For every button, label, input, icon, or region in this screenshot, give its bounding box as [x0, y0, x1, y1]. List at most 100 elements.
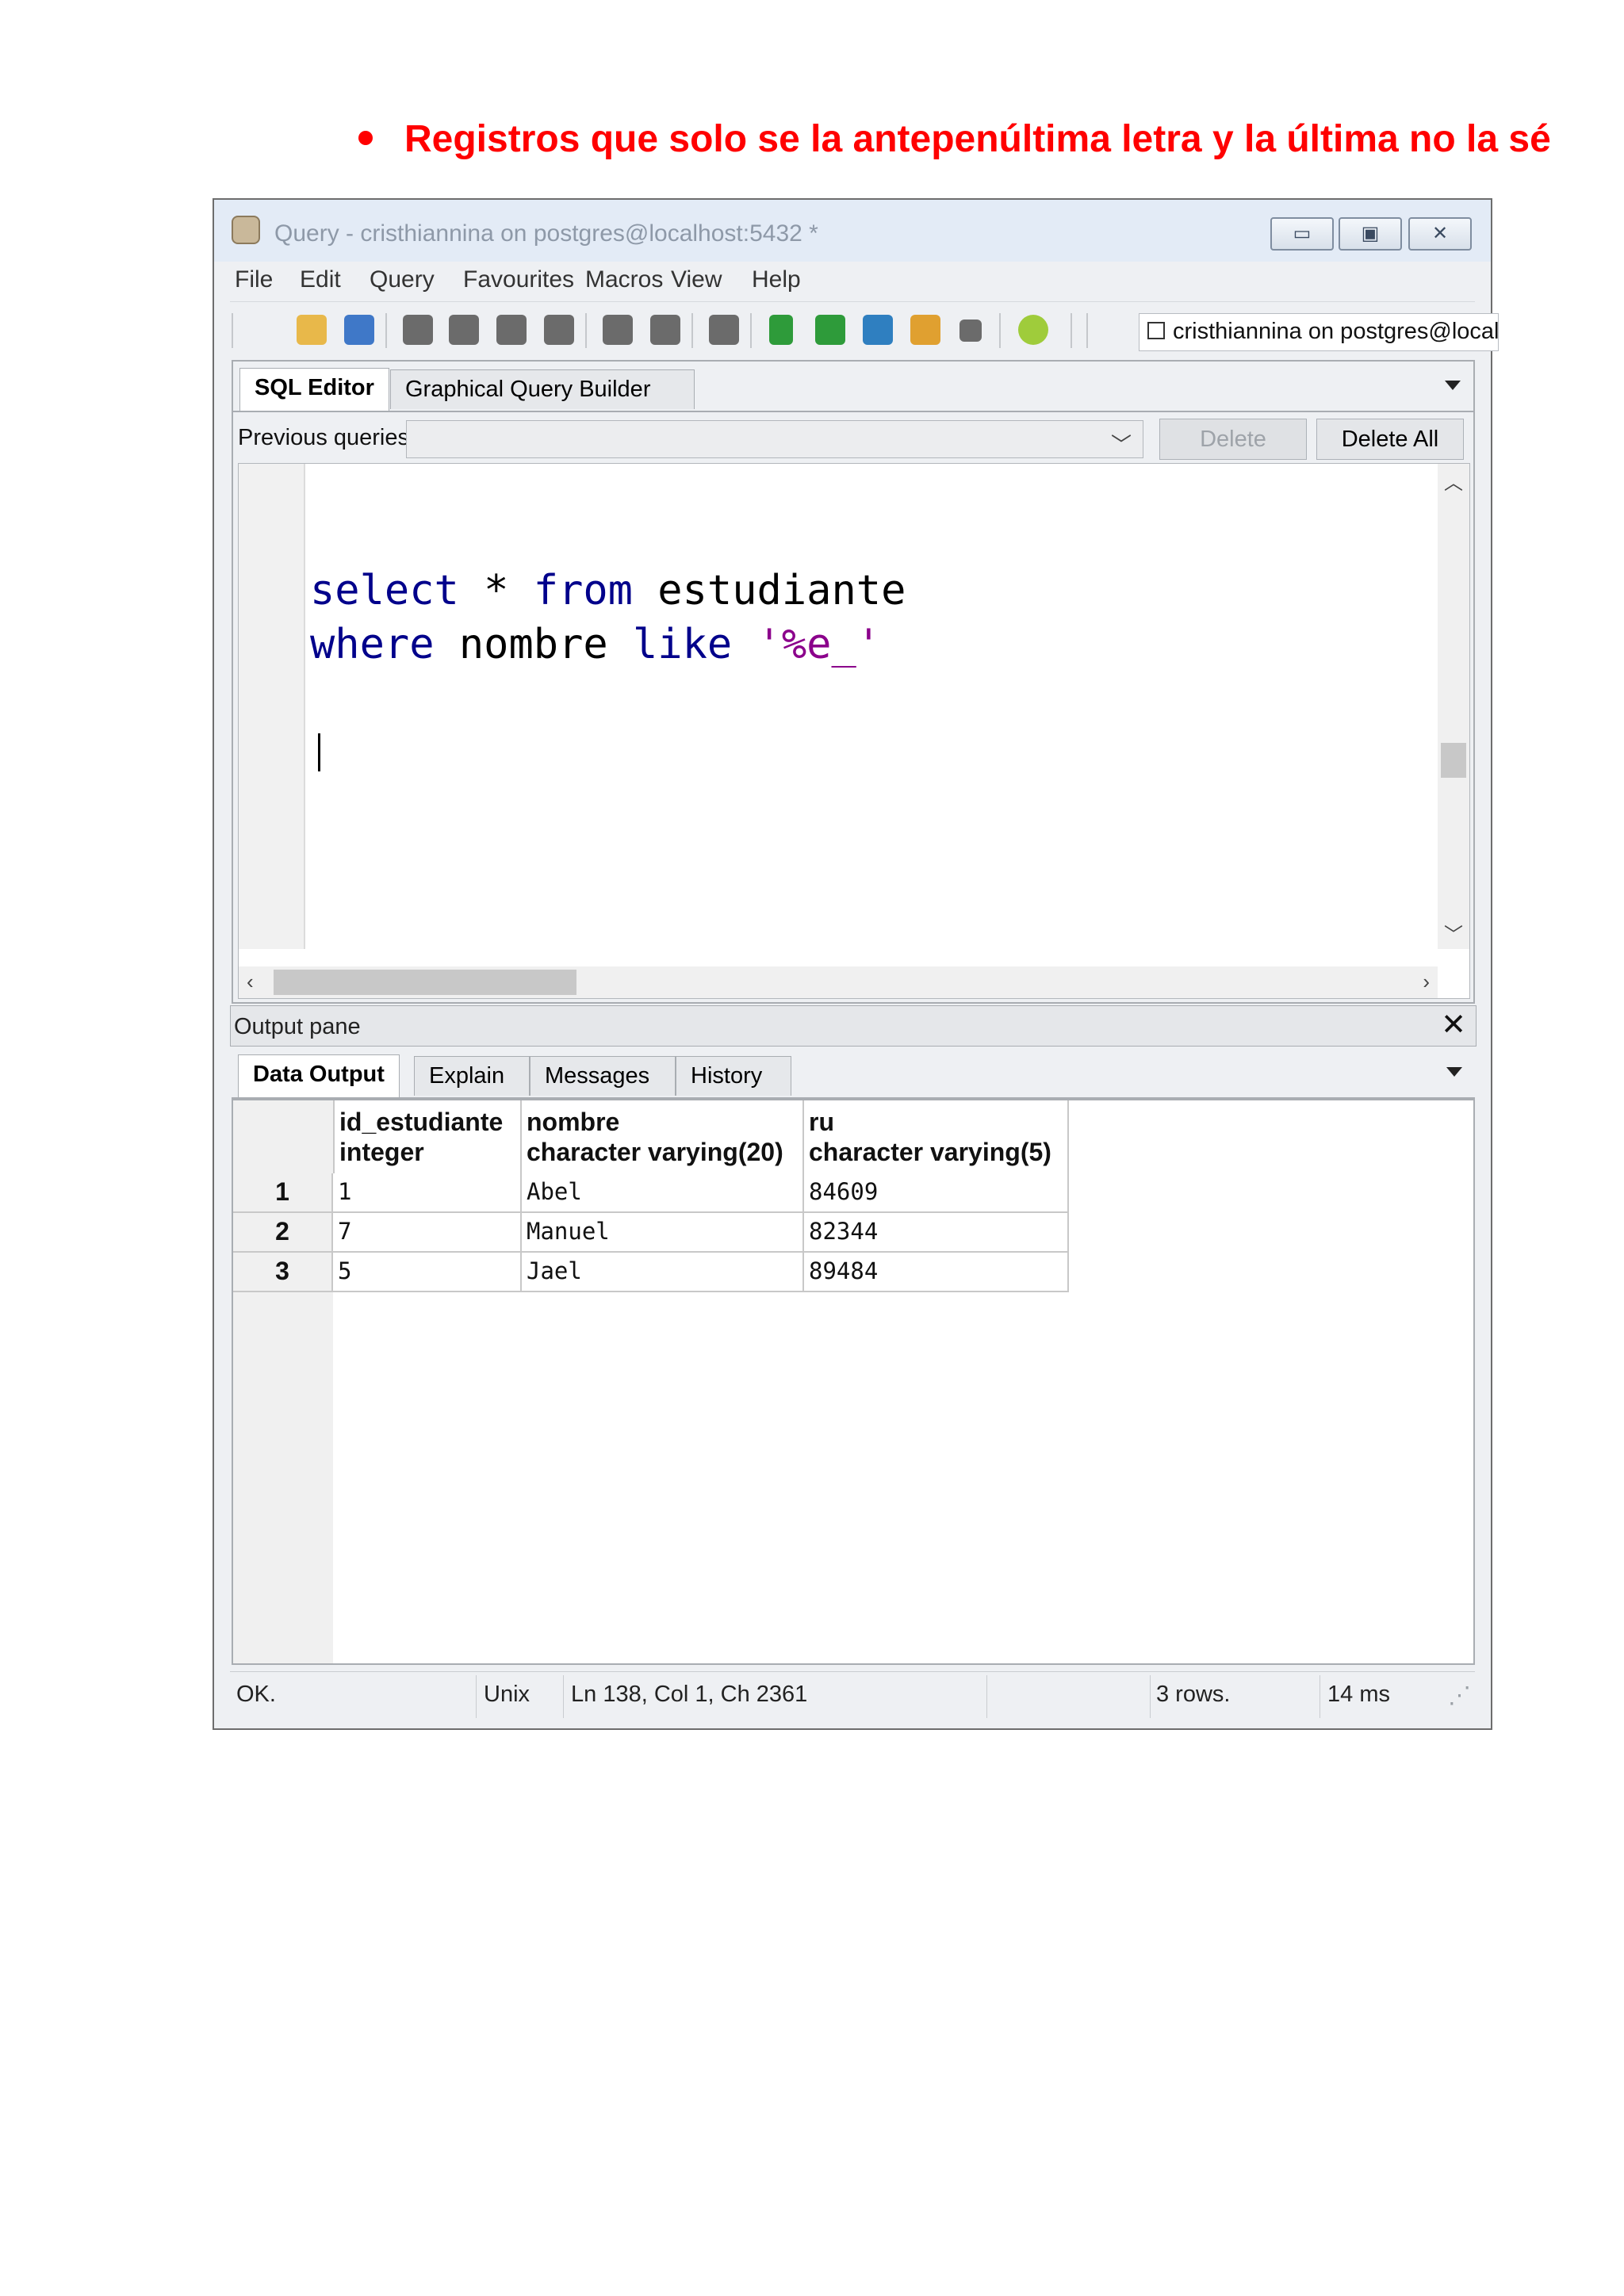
- status-separator: [1150, 1675, 1151, 1718]
- table-cell[interactable]: Abel: [522, 1173, 804, 1213]
- clear-icon[interactable]: [544, 315, 574, 345]
- scroll-right-icon[interactable]: ›: [1423, 970, 1430, 994]
- save-icon[interactable]: [344, 315, 374, 345]
- vertical-scrollbar[interactable]: ︿ ﹀: [1438, 464, 1469, 949]
- open-file-icon[interactable]: [297, 315, 327, 345]
- tab-data-output[interactable]: Data Output: [238, 1054, 400, 1097]
- row-header[interactable]: 2: [233, 1213, 333, 1253]
- minimize-button[interactable]: ▭: [1270, 217, 1334, 251]
- menu-file[interactable]: File: [235, 266, 273, 293]
- scroll-down-icon[interactable]: ﹀: [1444, 919, 1463, 947]
- execute-to-file-icon[interactable]: [863, 315, 893, 345]
- heading-text: Registros que solo se la antepenúltima l…: [404, 118, 1551, 160]
- menu-edit[interactable]: Edit: [300, 266, 341, 293]
- status-line-endings: Unix: [484, 1682, 530, 1707]
- toolbar-separator: [1071, 313, 1072, 348]
- scroll-up-icon[interactable]: ︿: [1444, 467, 1463, 495]
- table-cell[interactable]: 1: [333, 1173, 522, 1213]
- window-title: Query - cristhiannina on postgres@localh…: [274, 220, 818, 247]
- status-state: OK.: [236, 1682, 276, 1707]
- row-header[interactable]: 3: [233, 1253, 333, 1292]
- output-pane-title: Output pane: [234, 1014, 361, 1039]
- column-name: ru: [809, 1108, 834, 1136]
- menu-favourites[interactable]: Favourites: [463, 266, 574, 293]
- code-table: estudiante: [633, 567, 906, 614]
- tab-history[interactable]: History: [676, 1056, 791, 1096]
- toolbar-separator: [691, 313, 693, 348]
- code-line-1: select * from estudiante: [310, 567, 906, 614]
- connection-select[interactable]: cristhiannina on postgres@localh: [1139, 313, 1499, 351]
- delete-button[interactable]: Delete: [1159, 419, 1307, 460]
- copy-icon[interactable]: [449, 315, 479, 345]
- close-output-icon[interactable]: ✕: [1441, 1009, 1466, 1041]
- data-grid[interactable]: id_estudiante integer nombre character var…: [232, 1099, 1475, 1665]
- menu-query[interactable]: Query: [370, 266, 435, 293]
- close-button[interactable]: ✕: [1408, 217, 1472, 251]
- table-cell[interactable]: 5: [333, 1253, 522, 1292]
- undo-icon[interactable]: [603, 315, 633, 345]
- code-line-2: where nombre like '%e_': [310, 621, 881, 668]
- execute-icon[interactable]: [769, 315, 793, 345]
- tab-messages[interactable]: Messages: [530, 1056, 676, 1096]
- resize-grip-icon[interactable]: ⋰: [1448, 1682, 1471, 1709]
- tab-list-dropdown-icon[interactable]: [1445, 381, 1461, 390]
- output-pane: Output pane ✕ Data Output Explain Messag…: [230, 1005, 1477, 1671]
- editor-panel: SQL Editor Graphical Query Builder Previ…: [232, 360, 1475, 1004]
- connection-label: cristhiannina on postgres@localh: [1173, 319, 1499, 344]
- help-icon[interactable]: [1018, 315, 1048, 345]
- table-cell[interactable]: 84609: [804, 1173, 1069, 1213]
- scroll-left-icon[interactable]: ‹: [247, 970, 254, 994]
- vertical-scroll-thumb[interactable]: [1441, 743, 1466, 778]
- minimize-icon: ▭: [1293, 223, 1312, 244]
- connection-checkbox[interactable]: [1147, 322, 1165, 339]
- close-icon: ✕: [1431, 223, 1449, 244]
- grid-corner[interactable]: [233, 1100, 335, 1173]
- tab-graphical-query-builder[interactable]: Graphical Query Builder: [390, 369, 695, 409]
- delete-all-button[interactable]: Delete All: [1316, 419, 1464, 460]
- status-exec-time: 14 ms: [1327, 1682, 1390, 1707]
- cut-icon[interactable]: [403, 315, 433, 345]
- toolbar-grip[interactable]: [1086, 313, 1088, 348]
- previous-queries-combo[interactable]: ﹀: [406, 420, 1143, 458]
- explain-icon[interactable]: [815, 315, 845, 345]
- menu-help[interactable]: Help: [752, 266, 801, 293]
- editor-tabstrip: SQL Editor Graphical Query Builder: [233, 362, 1473, 412]
- redo-icon[interactable]: [650, 315, 680, 345]
- sql-code-editor[interactable]: select * from estudiante where nombre li…: [238, 463, 1470, 999]
- table-cell[interactable]: Jael: [522, 1253, 804, 1292]
- tab-sql-editor[interactable]: SQL Editor: [239, 368, 389, 411]
- find-icon[interactable]: [709, 315, 739, 345]
- table-cell[interactable]: Manuel: [522, 1213, 804, 1253]
- status-cursor-position: Ln 138, Col 1, Ch 2361: [571, 1682, 808, 1707]
- table-cell[interactable]: 82344: [804, 1213, 1069, 1253]
- code-column: nombre: [434, 621, 633, 668]
- row-header[interactable]: 1: [233, 1173, 333, 1213]
- menu-macros[interactable]: Macros: [585, 266, 663, 293]
- output-tab-list-dropdown-icon[interactable]: [1446, 1067, 1462, 1077]
- status-bar: OK. Unix Ln 138, Col 1, Ch 2361 3 rows. …: [230, 1671, 1475, 1721]
- column-header-nombre[interactable]: nombre character varying(20): [522, 1100, 804, 1173]
- horizontal-scrollbar[interactable]: ‹ ›: [239, 966, 1438, 998]
- menu-view[interactable]: View: [671, 266, 722, 293]
- paste-icon[interactable]: [496, 315, 527, 345]
- toolbar-grip[interactable]: [232, 313, 233, 348]
- maximize-icon: ▣: [1361, 223, 1380, 244]
- toolbar-separator: [585, 313, 587, 348]
- stop-icon[interactable]: [959, 320, 982, 342]
- text-caret: [318, 733, 320, 771]
- code-star: *: [458, 567, 534, 614]
- explain-analyze-icon[interactable]: [910, 315, 940, 345]
- table-cell[interactable]: 89484: [804, 1253, 1069, 1292]
- pgadmin-app-icon: [232, 216, 260, 244]
- maximize-button[interactable]: ▣: [1339, 217, 1402, 251]
- column-header-id-estudiante[interactable]: id_estudiante integer: [335, 1100, 522, 1173]
- tab-explain[interactable]: Explain: [414, 1056, 530, 1096]
- keyword-where: where: [310, 621, 435, 668]
- column-header-ru[interactable]: ru character varying(5): [804, 1100, 1069, 1173]
- table-cell[interactable]: 7: [333, 1213, 522, 1253]
- column-type: character varying(20): [527, 1138, 783, 1166]
- title-bar[interactable]: Query - cristhiannina on postgres@localh…: [214, 200, 1491, 262]
- horizontal-scroll-thumb[interactable]: [274, 970, 576, 995]
- previous-queries-label: Previous queries: [238, 425, 409, 450]
